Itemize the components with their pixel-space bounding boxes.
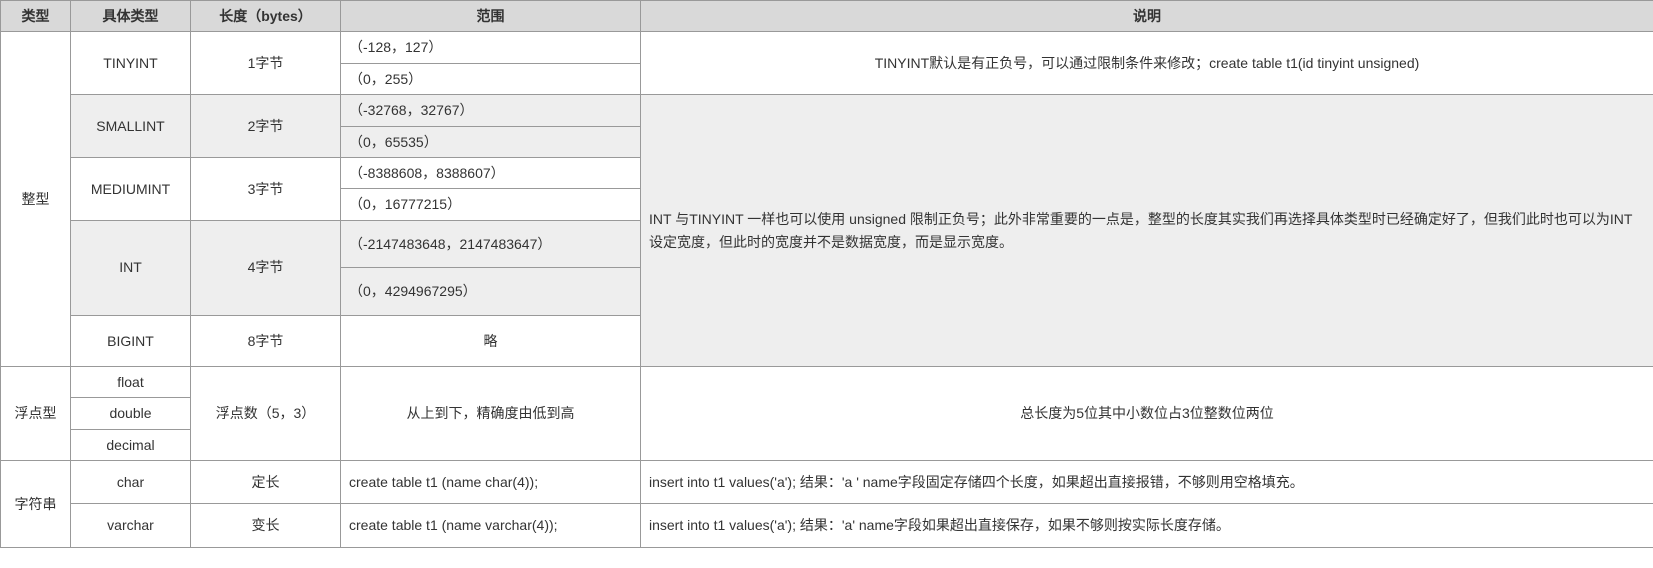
type-char: char [71, 461, 191, 504]
table-row: varchar 变长 create table t1 (name varchar… [1, 504, 1653, 547]
char-range: create table t1 (name char(4)); [341, 461, 641, 504]
header-type: 类型 [1, 1, 71, 32]
data-types-table: 类型 具体类型 长度（bytes） 范围 说明 整型 TINYINT 1字节 （… [0, 0, 1653, 548]
table-row: 字符串 char 定长 create table t1 (name char(4… [1, 461, 1653, 504]
smallint-range-signed: （-32768，32767） [341, 95, 641, 126]
varchar-desc: insert into t1 values('a'); 结果：'a' name字… [641, 504, 1653, 547]
table-row: 整型 TINYINT 1字节 （-128，127） TINYINT默认是有正负号… [1, 32, 1653, 63]
tinyint-range-unsigned: （0，255） [341, 63, 641, 94]
smallint-range-unsigned: （0，65535） [341, 126, 641, 157]
varchar-len: 变长 [191, 504, 341, 547]
float-desc: 总长度为5位其中小数位占3位整数位两位 [641, 366, 1653, 460]
tinyint-desc: TINYINT默认是有正负号，可以通过限制条件来修改；create table … [641, 32, 1653, 95]
char-desc: insert into t1 values('a'); 结果：'a ' name… [641, 461, 1653, 504]
type-tinyint: TINYINT [71, 32, 191, 95]
type-bigint: BIGINT [71, 315, 191, 366]
int-range-signed: （-2147483648，2147483647） [341, 220, 641, 267]
smallint-len: 2字节 [191, 95, 341, 158]
header-range: 范围 [341, 1, 641, 32]
mediumint-len: 3字节 [191, 157, 341, 220]
char-len: 定长 [191, 461, 341, 504]
varchar-range: create table t1 (name varchar(4)); [341, 504, 641, 547]
int-range-unsigned: （0，4294967295） [341, 268, 641, 315]
type-int: INT [71, 220, 191, 315]
category-int: 整型 [1, 32, 71, 367]
category-string: 字符串 [1, 461, 71, 548]
table-row: 浮点型 float 浮点数（5，3） 从上到下，精确度由低到高 总长度为5位其中… [1, 366, 1653, 397]
category-float: 浮点型 [1, 366, 71, 460]
table-row: SMALLINT 2字节 （-32768，32767） INT 与TINYINT… [1, 95, 1653, 126]
header-subtype: 具体类型 [71, 1, 191, 32]
bigint-range: 略 [341, 315, 641, 366]
tinyint-range-signed: （-128，127） [341, 32, 641, 63]
tinyint-len: 1字节 [191, 32, 341, 95]
type-double: double [71, 398, 191, 429]
int-desc: INT 与TINYINT 一样也可以使用 unsigned 限制正负号；此外非常… [641, 95, 1653, 367]
header-desc: 说明 [641, 1, 1653, 32]
type-varchar: varchar [71, 504, 191, 547]
mediumint-range-unsigned: （0，16777215） [341, 189, 641, 220]
type-float: float [71, 366, 191, 397]
float-range: 从上到下，精确度由低到高 [341, 366, 641, 460]
type-smallint: SMALLINT [71, 95, 191, 158]
bigint-len: 8字节 [191, 315, 341, 366]
int-len: 4字节 [191, 220, 341, 315]
table-header-row: 类型 具体类型 长度（bytes） 范围 说明 [1, 1, 1653, 32]
mediumint-range-signed: （-8388608，8388607） [341, 157, 641, 188]
type-mediumint: MEDIUMINT [71, 157, 191, 220]
float-len: 浮点数（5，3） [191, 366, 341, 460]
header-length: 长度（bytes） [191, 1, 341, 32]
type-decimal: decimal [71, 429, 191, 460]
